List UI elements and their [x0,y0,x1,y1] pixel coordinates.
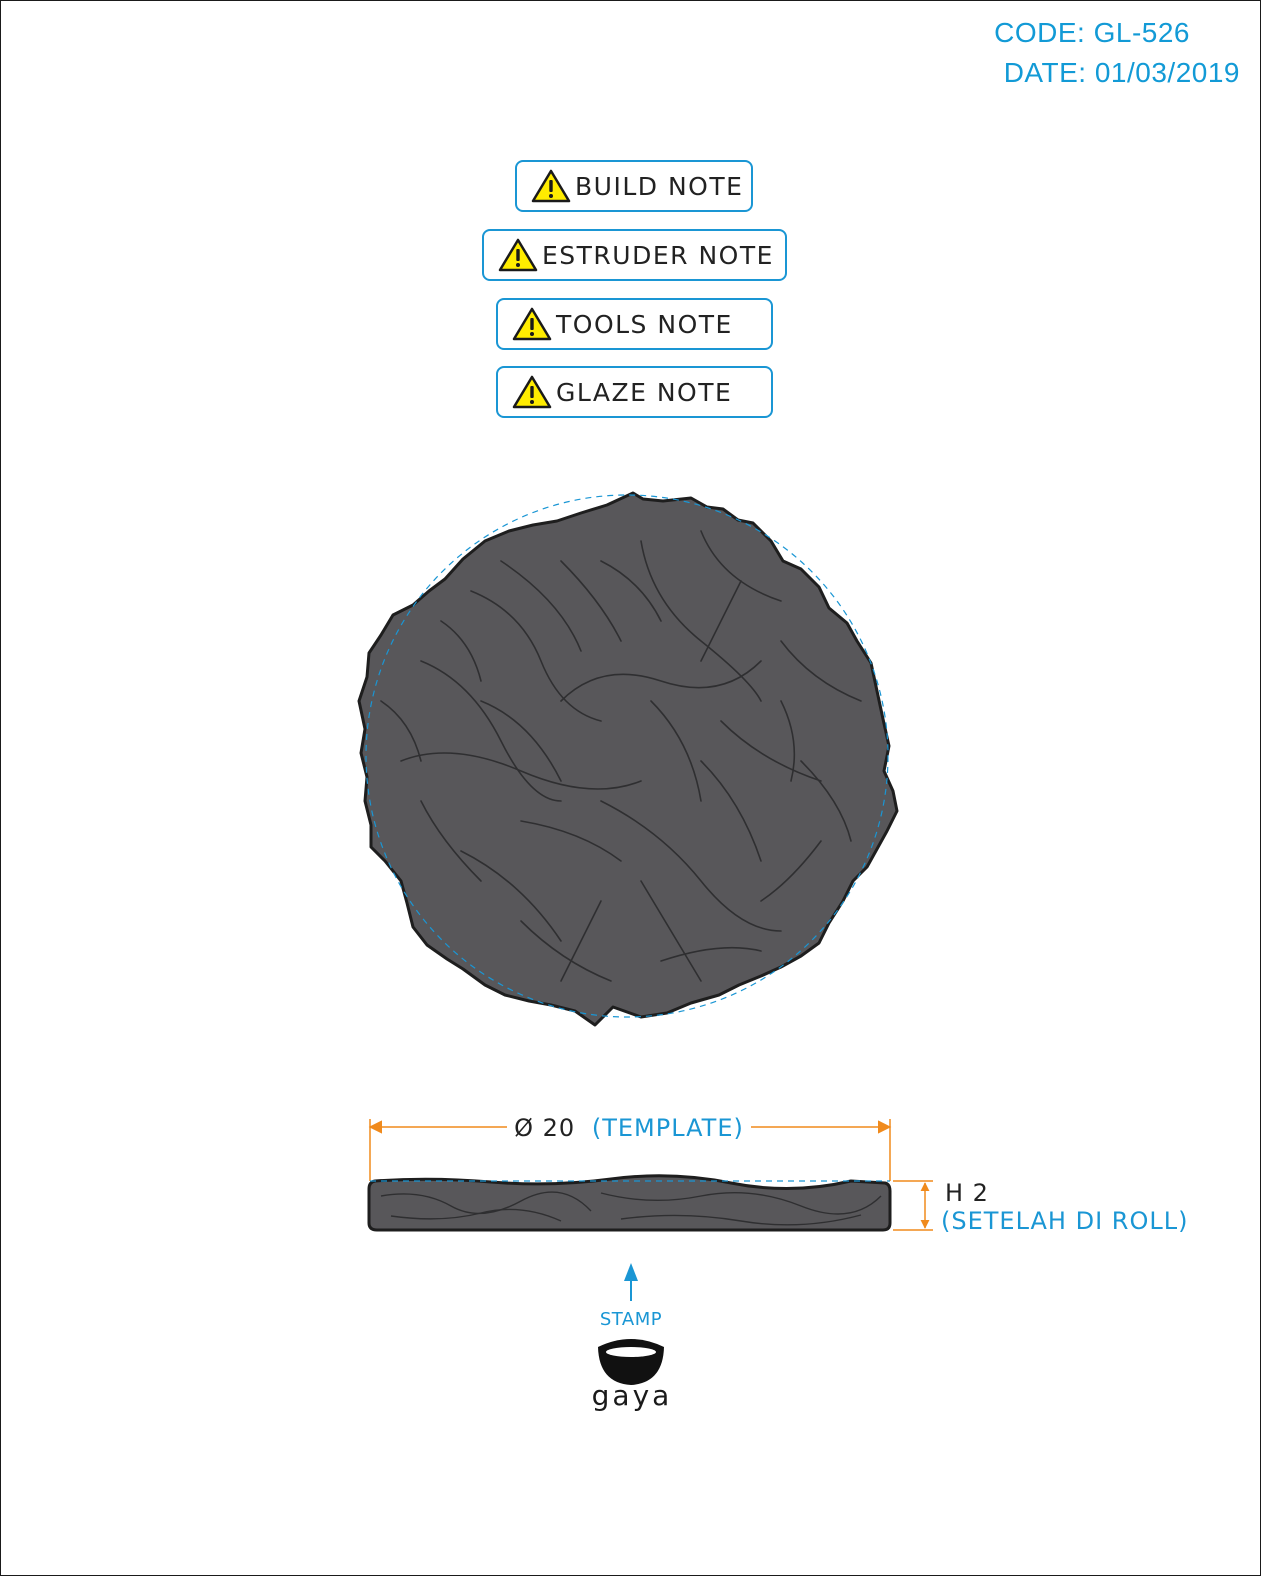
brand-name: gaya [592,1379,673,1412]
height-dimension: H 2 (SETELAH DI ROLL) [893,1179,1188,1235]
disc-top-outline [357,491,899,1027]
arrow-up-icon [624,1263,638,1281]
height-value: H 2 [945,1179,989,1207]
product-side-view [367,1174,892,1232]
stamp-indicator: STAMP [600,1263,662,1330]
diameter-note: (TEMPLATE) [592,1114,744,1142]
gaya-logo: gaya [592,1339,673,1412]
drawing-sheet: CODE: GL-526 DATE: 01/03/2019 BUILD NOTE… [0,0,1261,1576]
stamp-label: STAMP [600,1309,662,1330]
diameter-dimension: Ø 20 (TEMPLATE) [368,1114,892,1181]
diameter-value: Ø 20 [514,1114,575,1142]
disc-side-outline [367,1174,892,1232]
technical-drawing: Ø 20 (TEMPLATE) H 2 (SETELAH DI ROLL) ST… [357,491,1188,1412]
product-top-view [357,491,899,1027]
height-note: (SETELAH DI ROLL) [941,1207,1188,1235]
svg-text:Ø 20 (TEMPLATE): Ø 20 (TEMPLATE) [514,1114,744,1142]
